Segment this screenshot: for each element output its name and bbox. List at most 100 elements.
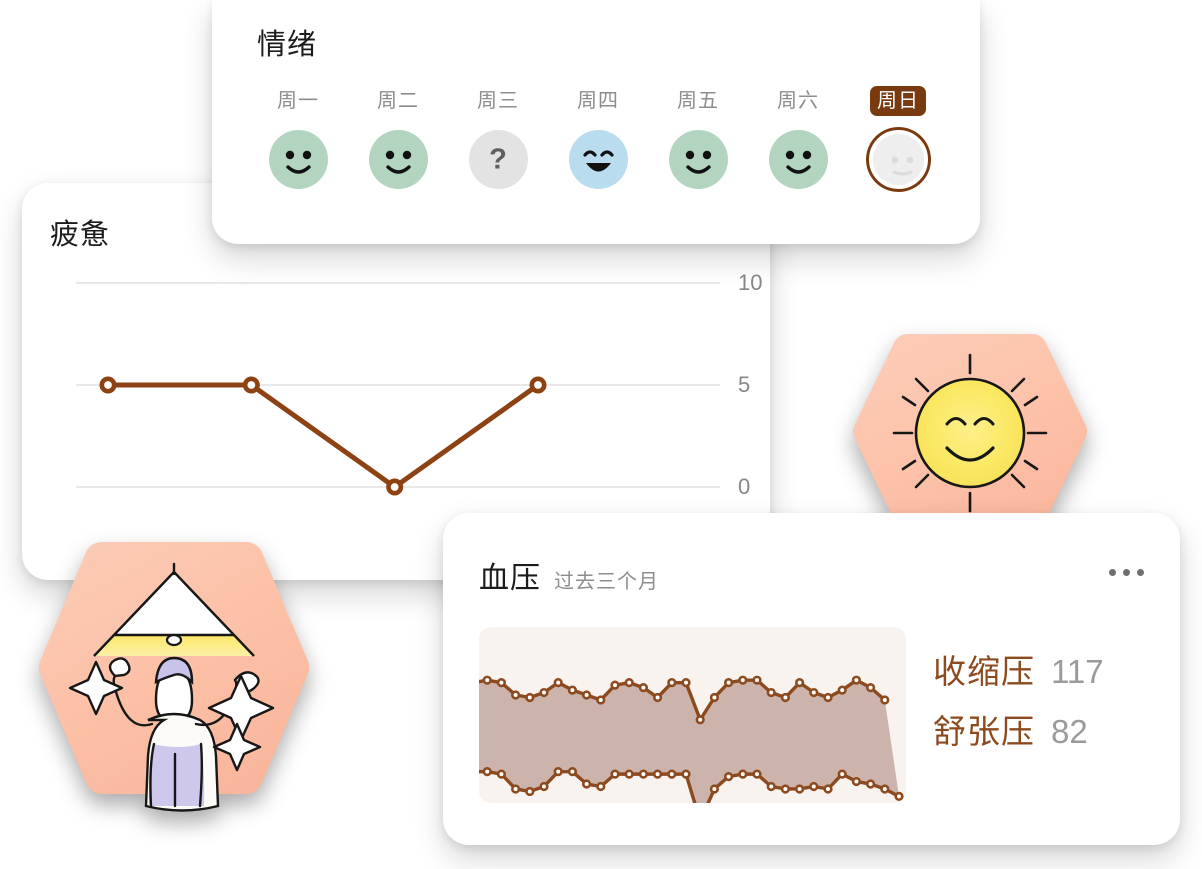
diastolic-data-point[interactable] [510,784,521,794]
mood-day-5[interactable]: 周五 [648,86,748,189]
diastolic-data-point[interactable] [638,769,648,779]
diastolic-value: 82 [1051,713,1088,750]
mood-day-list: 周一 周二 周三? 周四 周五 周六 周日 [248,86,948,189]
mood-day-label: 周四 [577,90,619,112]
systolic-data-point[interactable] [738,675,748,685]
systolic-data-point[interactable] [581,690,592,700]
diastolic-reading-row: 舒张压 82 [933,705,1104,753]
mood-face-smile-icon[interactable] [668,130,728,189]
systolic-data-point[interactable] [823,692,833,703]
menu-dot-3 [1137,569,1144,576]
mood-face-question-icon[interactable]: ? [468,130,528,189]
systolic-data-point[interactable] [482,675,492,685]
systolic-data-point[interactable] [809,687,819,698]
mood-day-label: 周三 [477,90,519,112]
y-tick-0: 0 [738,474,751,499]
diastolic-data-point[interactable] [681,769,691,779]
fatigue-data-point[interactable] [529,376,547,394]
systolic-data-point[interactable] [653,692,663,703]
systolic-data-point[interactable] [866,682,876,693]
diastolic-data-point[interactable] [610,769,620,779]
systolic-data-point[interactable] [724,678,734,688]
diastolic-data-point[interactable] [539,781,549,792]
diastolic-data-point[interactable] [851,776,862,787]
diastolic-data-point[interactable] [553,767,563,777]
mood-day-label: 周五 [677,90,719,112]
diastolic-data-point[interactable] [795,784,805,794]
diastolic-data-point[interactable] [709,784,719,794]
mood-face-smile-icon[interactable] [368,130,428,189]
systolic-data-point[interactable] [780,692,791,703]
systolic-data-point[interactable] [553,678,563,688]
fatigue-data-point[interactable] [99,376,117,394]
systolic-data-point[interactable] [766,687,776,698]
diastolic-data-point[interactable] [624,769,634,779]
diastolic-data-point[interactable] [766,781,776,792]
mood-day-1[interactable]: 周一 [248,86,348,189]
mood-day-label: 周二 [377,90,419,112]
diastolic-data-point[interactable] [837,769,847,779]
fatigue-chart-svg [76,282,720,496]
systolic-data-point[interactable] [837,685,847,695]
mood-day-6[interactable]: 周六 [748,86,848,189]
sun-disc [914,377,1026,489]
diastolic-data-point[interactable] [809,781,819,792]
systolic-data-point[interactable] [880,695,890,705]
mood-face-grin-icon[interactable] [568,130,628,189]
menu-dot-2 [1123,569,1130,576]
fatigue-card-title: 疲惫 [50,219,111,251]
systolic-data-point[interactable] [525,692,535,703]
systolic-data-point[interactable] [610,680,620,690]
diastolic-data-point[interactable] [667,769,677,779]
systolic-data-point[interactable] [510,690,521,700]
systolic-data-point[interactable] [709,692,719,703]
diastolic-data-point[interactable] [823,784,833,794]
diastolic-data-point[interactable] [752,769,762,779]
fatigue-data-point[interactable] [242,376,260,394]
mood-face-smile-icon[interactable] [268,130,328,189]
systolic-data-point[interactable] [681,678,691,688]
diastolic-data-point[interactable] [894,791,904,801]
y-tick-5: 5 [738,372,751,397]
mood-day-2[interactable]: 周二 [348,86,448,189]
mood-face-neutral-icon[interactable] [868,130,928,189]
blood-pressure-header: 血压 过去三个月 [479,553,659,597]
diastolic-data-point[interactable] [482,767,492,777]
systolic-data-point[interactable] [567,685,577,695]
diastolic-data-point[interactable] [738,769,748,779]
systolic-data-point[interactable] [496,678,507,688]
mood-card: 情绪 周一 周二 周三? 周四 周五 周六 周日 [212,0,980,244]
mood-day-label: 周一 [277,90,319,112]
blood-pressure-readings: 收缩压 117 舒张压 82 [933,645,1104,753]
question-mark-icon: ? [489,143,507,175]
mood-face-smile-icon[interactable] [768,130,828,189]
systolic-data-point[interactable] [624,678,634,688]
blood-pressure-card: 血压 过去三个月 收缩压 117 舒张压 82 [443,513,1180,845]
systolic-data-point[interactable] [695,715,705,725]
diastolic-data-point[interactable] [596,781,606,792]
systolic-data-point[interactable] [539,687,549,698]
diastolic-data-point[interactable] [567,767,577,777]
more-horizontal-icon[interactable] [1103,563,1150,582]
diastolic-data-point[interactable] [866,779,876,789]
mood-day-4[interactable]: 周四 [548,86,648,189]
mood-day-3[interactable]: 周三? [448,86,548,189]
diastolic-label: 舒张压 [933,713,1035,750]
blood-pressure-title: 血压 [479,562,541,595]
diastolic-data-point[interactable] [780,784,791,794]
systolic-data-point[interactable] [752,675,762,685]
diastolic-data-point[interactable] [880,784,890,794]
systolic-data-point[interactable] [667,678,677,688]
systolic-data-point[interactable] [851,675,862,685]
diastolic-data-point[interactable] [525,786,535,797]
diastolic-data-point[interactable] [581,779,592,789]
systolic-data-point[interactable] [596,695,606,705]
systolic-data-point[interactable] [638,682,648,693]
diastolic-data-point[interactable] [653,769,663,779]
fatigue-data-point[interactable] [386,478,404,496]
diastolic-data-point[interactable] [496,769,507,779]
systolic-data-point[interactable] [795,678,805,688]
systolic-reading-row: 收缩压 117 [933,645,1104,693]
diastolic-data-point[interactable] [724,772,734,782]
mood-day-7[interactable]: 周日 [848,86,948,189]
